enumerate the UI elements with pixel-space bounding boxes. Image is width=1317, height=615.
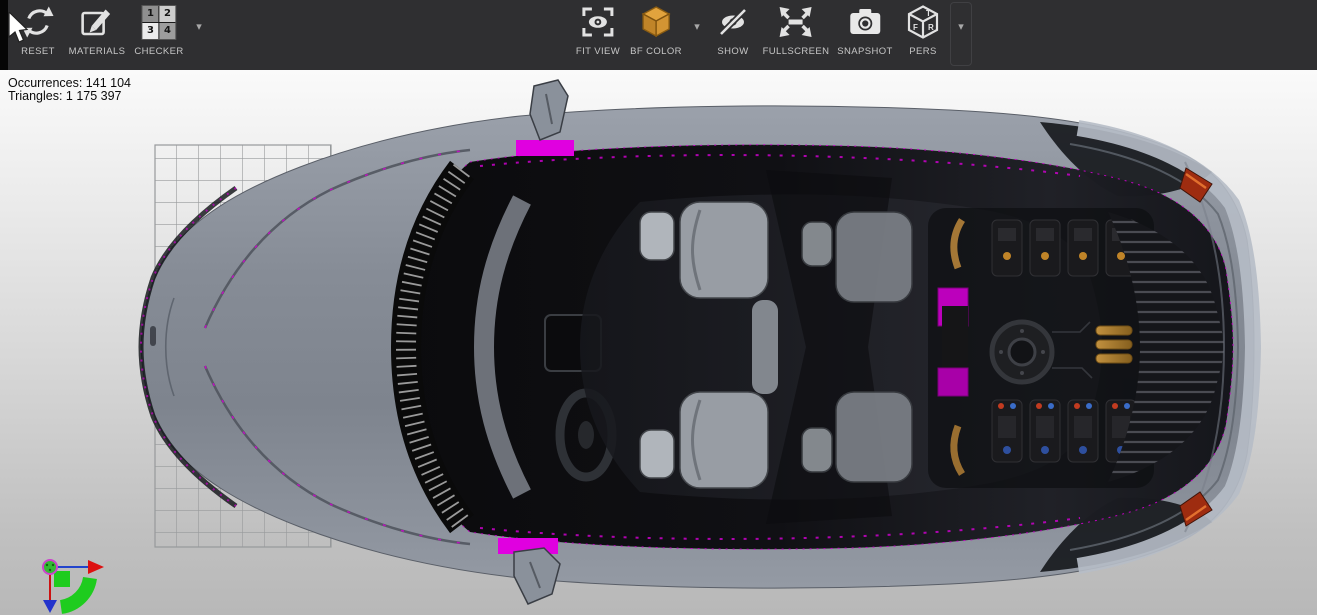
- show-button[interactable]: SHOW: [714, 3, 752, 57]
- checker-button[interactable]: 1 2 3 4 CHECKER: [134, 3, 183, 57]
- pers-dropdown-frame: [950, 2, 972, 66]
- gizmo-origin: [43, 560, 57, 574]
- fullscreen-label: FULLSCREEN: [763, 46, 830, 57]
- bf-color-dropdown-caret[interactable]: ▾: [694, 22, 700, 33]
- model-stats: Occurrences: 141 104 Triangles: 1 175 39…: [8, 77, 131, 103]
- materials-button[interactable]: MATERIALS: [69, 3, 126, 57]
- checker-icon: 1 2 3 4: [141, 3, 176, 41]
- fullscreen-button[interactable]: FULLSCREEN: [763, 3, 830, 57]
- bf-color-cube-icon: [638, 3, 674, 41]
- fullscreen-icon: [777, 3, 815, 41]
- snapshot-camera-icon: [846, 3, 884, 41]
- center-console: [752, 300, 778, 394]
- materials-edit-icon: [79, 3, 115, 41]
- pers-view-cube-icon: T F R: [904, 3, 942, 41]
- show-hide-eye-icon: [714, 3, 752, 41]
- front-badge: [150, 326, 156, 346]
- scene-render: [0, 70, 1317, 615]
- bf-color-button[interactable]: BF COLOR: [630, 3, 682, 57]
- svg-text:T: T: [926, 9, 931, 18]
- pers-label: PERS: [909, 46, 936, 57]
- snapshot-button[interactable]: SNAPSHOT: [837, 3, 892, 57]
- show-label: SHOW: [717, 46, 748, 57]
- pers-dropdown-caret[interactable]: ▾: [958, 22, 964, 33]
- engine-bay: [928, 208, 1154, 488]
- toolbar-left-edge: [0, 0, 8, 70]
- gizmo-z-arrow: [43, 600, 57, 613]
- materials-label: MATERIALS: [69, 46, 126, 57]
- svg-text:F: F: [913, 23, 918, 32]
- bf-color-label: BF COLOR: [630, 46, 682, 57]
- viewer-window: RESET MATERIALS 1 2 3 4 CHECKER ▾: [0, 0, 1317, 615]
- checker-dropdown-caret[interactable]: ▾: [196, 22, 202, 33]
- reset-label: RESET: [21, 46, 55, 57]
- checker-label: CHECKER: [134, 46, 183, 57]
- orientation-gizmo[interactable]: [43, 560, 104, 613]
- snapshot-label: SNAPSHOT: [837, 46, 892, 57]
- triangles-count: Triangles: 1 175 397: [8, 90, 131, 103]
- viewport-3d-canvas[interactable]: Occurrences: 141 104 Triangles: 1 175 39…: [0, 70, 1317, 615]
- mouse-cursor: [8, 12, 30, 44]
- highlight-bracket-bottom: [938, 368, 968, 396]
- fit-view-label: FIT VIEW: [576, 46, 620, 57]
- fit-view-button[interactable]: FIT VIEW: [576, 3, 620, 57]
- gizmo-x-arrow: [88, 560, 104, 574]
- toolbar: RESET MATERIALS 1 2 3 4 CHECKER ▾: [0, 0, 1317, 70]
- svg-text:R: R: [928, 23, 934, 32]
- fit-view-icon: [579, 3, 617, 41]
- pers-button[interactable]: T F R PERS: [904, 3, 942, 57]
